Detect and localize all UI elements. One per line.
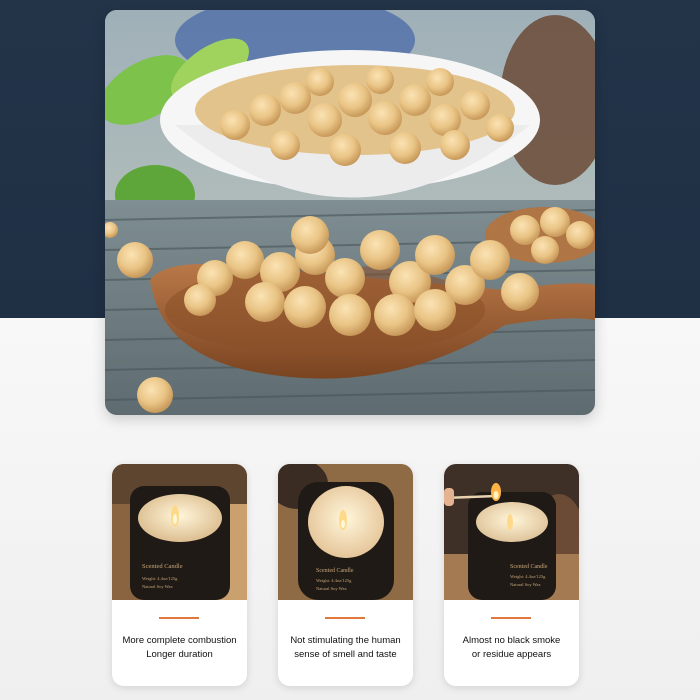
feature-caption: More complete combustion Longer duration [116, 634, 243, 662]
jar-label-line: Natural Soy Wax [316, 586, 348, 591]
feature-card-combustion: Scented Candle Weight: 4.4oz/125g Natura… [112, 464, 247, 686]
feature-caption-line: More complete combustion [122, 635, 237, 646]
feature-cards: Scented Candle Weight: 4.4oz/125g Natura… [0, 464, 700, 690]
feature-caption: Not stimulating the human sense of smell… [282, 634, 409, 662]
jar-label-line: Scented Candle [142, 563, 183, 570]
jar-label-line: Weight: 4.4oz/125g [510, 574, 546, 579]
jar-label-line: Scented Candle [316, 568, 354, 574]
jar-label-line: Weight: 4.4oz/125g [316, 578, 352, 583]
feature-caption-line: or residue appears [471, 649, 552, 660]
jar-label-line: Weight: 4.4oz/125g [142, 576, 178, 581]
jar-label-line: Scented Candle [510, 564, 548, 570]
feature-caption-line: sense of smell and taste [294, 649, 397, 660]
feature-caption-line: Not stimulating the human [290, 635, 401, 646]
hero-soybean-photo [105, 10, 595, 415]
candle-photo-1: Scented Candle Weight: 4.4oz/125g Natura… [112, 464, 247, 600]
jar-label-line: Natural Soy Wax [142, 584, 174, 589]
candle-photo-3: Scented Candle Weight: 4.4oz/125g Natura… [444, 464, 579, 600]
feature-caption: Almost no black smoke or residue appears [448, 634, 575, 662]
accent-line [325, 617, 365, 619]
candle-photo-2: Scented Candle Weight: 4.4oz/125g Natura… [278, 464, 413, 600]
feature-card-no-smoke: Scented Candle Weight: 4.4oz/125g Natura… [444, 464, 579, 686]
jar-label-line: Natural Soy Wax [510, 582, 542, 587]
feature-card-gentle-scent: Scented Candle Weight: 4.4oz/125g Natura… [278, 464, 413, 686]
feature-caption-line: Longer duration [146, 649, 213, 660]
accent-line [491, 617, 531, 619]
feature-caption-line: Almost no black smoke [462, 635, 561, 646]
accent-line [159, 617, 199, 619]
